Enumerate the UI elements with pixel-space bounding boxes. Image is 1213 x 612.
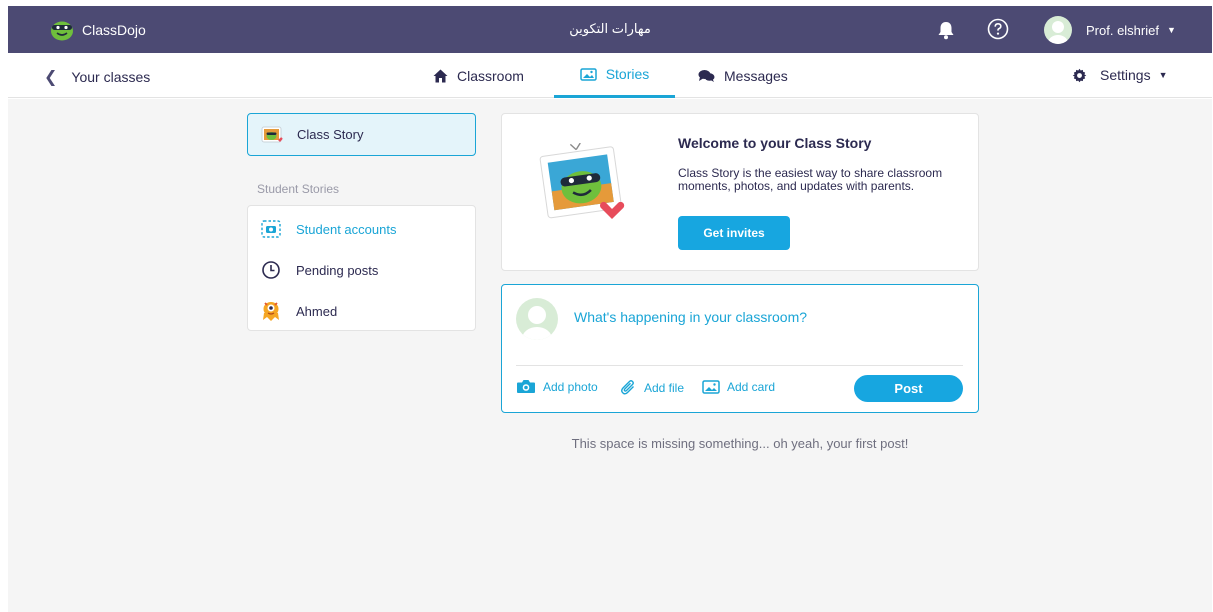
sidebar-item-student-accounts[interactable]: Student accounts xyxy=(260,218,396,240)
add-photo-button[interactable]: Add photo xyxy=(516,379,598,394)
user-avatar xyxy=(1044,16,1072,44)
user-menu[interactable]: Prof. elshrief ▼ xyxy=(1044,16,1176,44)
class-story-illustration-icon xyxy=(539,143,625,219)
monster-avatar-icon xyxy=(260,300,282,322)
tab-stories-label: Stories xyxy=(605,66,650,82)
chat-icon xyxy=(698,69,715,82)
welcome-description: Class Story is the easiest way to share … xyxy=(678,166,943,193)
top-bar: ClassDojo مهارات التكوين Prof. elshrief … xyxy=(8,6,1212,53)
add-photo-label: Add photo xyxy=(543,379,598,394)
add-file-label: Add file xyxy=(644,380,685,395)
sidebar-item-pending-posts[interactable]: Pending posts xyxy=(260,259,378,281)
composer-divider xyxy=(516,365,963,366)
welcome-card: Welcome to your Class Story Class Story … xyxy=(501,113,979,271)
sidebar-section-heading: Student Stories xyxy=(257,182,340,196)
settings-menu[interactable]: Settings ▼ xyxy=(1072,67,1168,83)
add-file-button[interactable]: Add file xyxy=(620,379,684,396)
main-content: Class Story Student Stories Student acco… xyxy=(8,99,1212,612)
student-stories-list: Student accounts Pending posts Ahmed xyxy=(247,205,476,331)
sidebar-item-ahmed-label: Ahmed xyxy=(296,303,338,319)
sidebar-item-class-story[interactable]: Class Story xyxy=(247,113,476,156)
class-title: مهارات التكوين xyxy=(569,21,651,36)
sidebar-item-ahmed[interactable]: Ahmed xyxy=(260,300,337,322)
help-icon[interactable] xyxy=(987,18,1009,40)
stories-icon xyxy=(579,68,597,81)
empty-feed-message: This space is missing something... oh ye… xyxy=(571,436,909,451)
home-icon xyxy=(433,69,448,82)
add-card-button[interactable]: Add card xyxy=(702,379,775,394)
tab-messages-label: Messages xyxy=(724,67,788,84)
tab-stories[interactable]: Stories xyxy=(554,53,675,98)
back-label: Your classes xyxy=(71,69,151,85)
sidebar-item-class-story-label: Class Story xyxy=(297,127,364,142)
bell-icon[interactable] xyxy=(935,19,957,41)
composer-avatar xyxy=(516,298,558,340)
sidebar-item-student-accounts-label: Student accounts xyxy=(296,221,397,237)
caret-down-icon: ▼ xyxy=(1166,25,1176,35)
secondary-nav: ❮ Your classes Classroom Stories Message… xyxy=(8,53,1212,98)
clock-icon xyxy=(260,259,282,281)
welcome-title: Welcome to your Class Story xyxy=(678,135,872,151)
gear-icon xyxy=(1072,68,1087,82)
sidebar-item-pending-posts-label: Pending posts xyxy=(296,262,379,278)
tab-classroom[interactable]: Classroom xyxy=(433,53,524,98)
get-invites-button[interactable]: Get invites xyxy=(678,216,790,250)
paperclip-icon xyxy=(621,380,634,395)
settings-label: Settings xyxy=(1100,67,1151,83)
card-icon xyxy=(702,380,720,394)
caret-down-icon: ▼ xyxy=(1158,70,1168,80)
chevron-left-icon: ❮ xyxy=(44,69,58,86)
tab-classroom-label: Classroom xyxy=(457,67,524,84)
back-to-classes-link[interactable]: ❮ Your classes xyxy=(44,67,150,87)
student-accounts-icon xyxy=(260,218,282,240)
post-button[interactable]: Post xyxy=(854,375,963,402)
user-name: Prof. elshrief xyxy=(1086,22,1159,38)
class-story-icon xyxy=(261,126,283,142)
avatar-silhouette-icon xyxy=(1048,21,1068,44)
avatar-silhouette-icon xyxy=(522,306,552,340)
composer-prompt-input[interactable]: What's happening in your classroom? xyxy=(574,309,807,325)
add-card-label: Add card xyxy=(727,379,776,394)
tab-messages[interactable]: Messages xyxy=(698,53,788,98)
post-composer: What's happening in your classroom? Add … xyxy=(501,284,979,413)
camera-icon xyxy=(517,380,535,393)
